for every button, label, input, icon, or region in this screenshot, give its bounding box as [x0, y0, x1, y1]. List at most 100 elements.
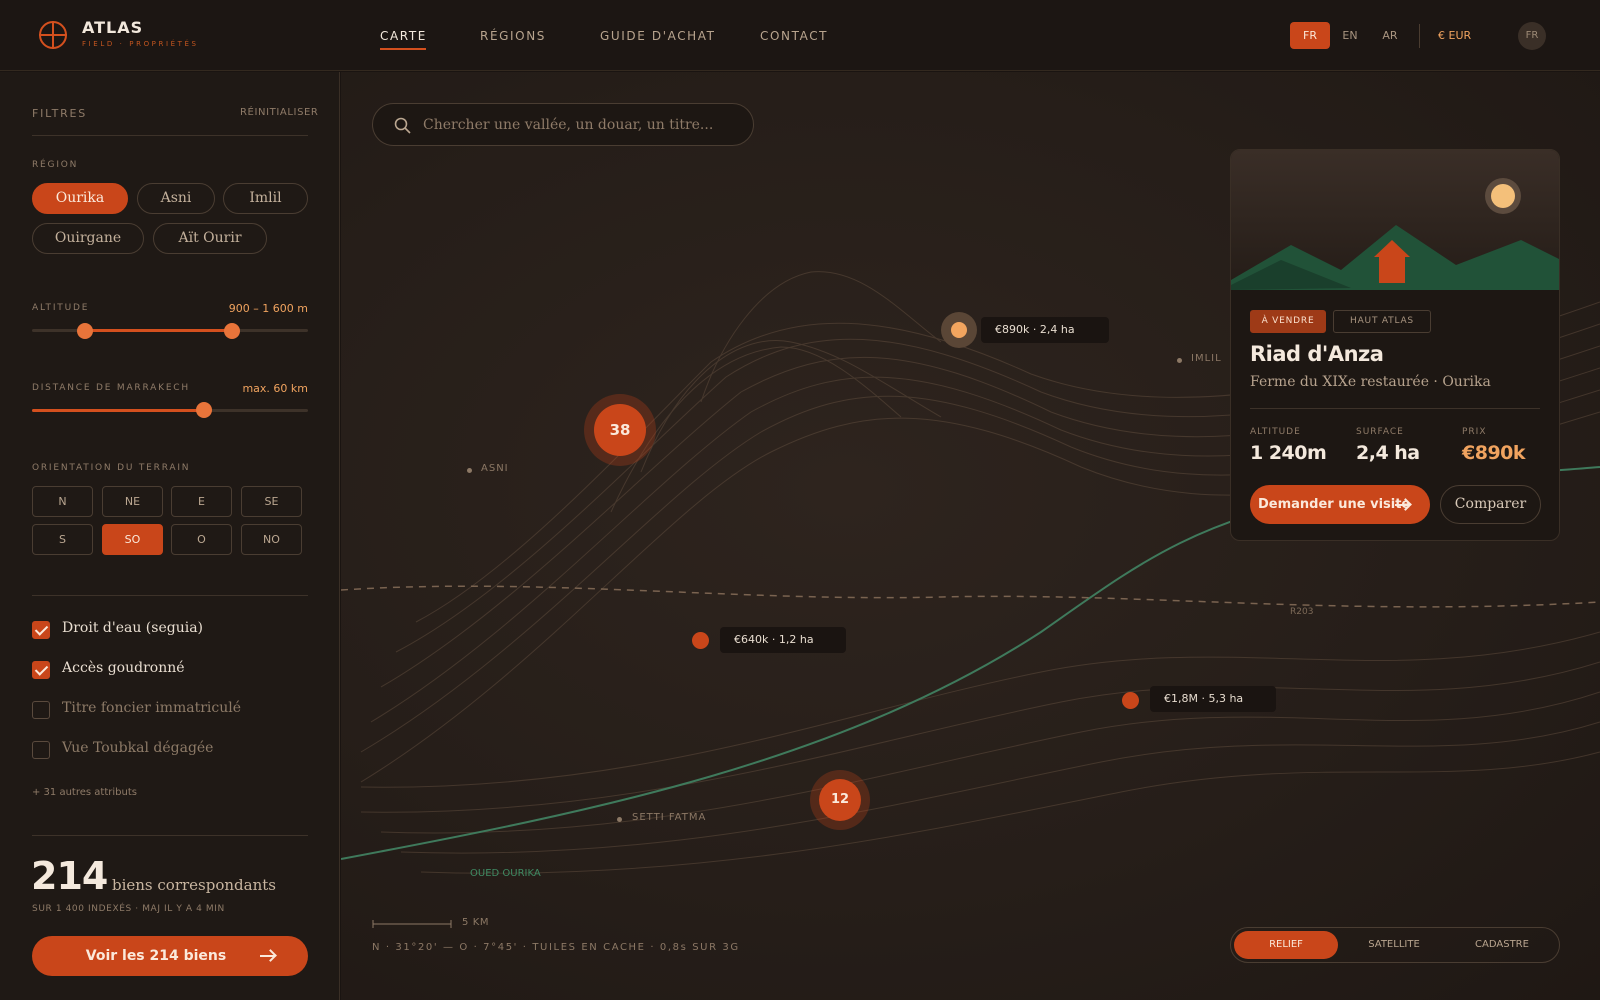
- nav-guide-achat[interactable]: GUIDE D'ACHAT: [600, 29, 716, 43]
- layer-relief-button[interactable]: RELIEF: [1234, 931, 1338, 959]
- checkbox-checked[interactable]: [32, 621, 50, 639]
- listing-price-tag-riad-anza[interactable]: €890k · 2,4 ha: [981, 317, 1109, 343]
- map-layer-switcher: RELIEF SATELLITE CADASTRE: [1230, 927, 1560, 963]
- region-chip-ouirgane[interactable]: Ouirgane: [32, 223, 144, 254]
- compare-button[interactable]: Comparer: [1440, 485, 1541, 524]
- request-visit-button[interactable]: Demander une visite: [1250, 485, 1430, 524]
- orientation-so[interactable]: SO: [102, 524, 163, 555]
- region-chip-asni[interactable]: Asni: [137, 183, 215, 214]
- nav-active-indicator: [380, 48, 426, 50]
- place-marker-dot: [467, 468, 472, 473]
- map-canvas[interactable]: ASNI IMLIL SETTI FATMA OUED OURIKA R203 …: [341, 72, 1600, 1000]
- orientation-s[interactable]: S: [32, 524, 93, 555]
- stat-altitude-label: ALTITUDE: [1250, 427, 1301, 437]
- divider: [32, 135, 308, 136]
- brand-tagline: FIELD · PROPRIÉTÉS: [82, 40, 199, 48]
- region-chip-ait-ourir[interactable]: Aït Ourir: [153, 223, 267, 254]
- user-avatar[interactable]: FR: [1518, 22, 1546, 50]
- view-results-label: Voir les 214 biens: [85, 948, 227, 964]
- property-card: À VENDRE HAUT ATLAS Riad d'Anza Ferme du…: [1230, 149, 1560, 541]
- layer-cadastre-button[interactable]: CADASTRE: [1450, 931, 1554, 959]
- distance-handle[interactable]: [196, 402, 212, 418]
- place-marker-dot: [1177, 358, 1182, 363]
- place-label-setti-fatma: SETTI FATMA: [632, 812, 707, 823]
- listing-pin[interactable]: [692, 632, 709, 649]
- stat-surface-label: SURFACE: [1356, 427, 1404, 437]
- orientation-label: ORIENTATION DU TERRAIN: [32, 463, 191, 473]
- altitude-min-handle[interactable]: [77, 323, 93, 339]
- checkbox-checked[interactable]: [32, 661, 50, 679]
- altitude-value: 900 – 1 600 m: [228, 302, 308, 315]
- layer-satellite-button[interactable]: SATELLITE: [1342, 931, 1446, 959]
- altitude-max-handle[interactable]: [224, 323, 240, 339]
- orientation-no[interactable]: NO: [241, 524, 302, 555]
- request-visit-label: Demander une visite: [1258, 497, 1411, 512]
- scale-bar: [372, 920, 452, 928]
- scale-label: 5 KM: [462, 917, 490, 928]
- nav-regions[interactable]: RÉGIONS: [480, 29, 546, 43]
- divider: [32, 595, 308, 596]
- lang-en-button[interactable]: EN: [1330, 22, 1370, 49]
- results-meta: SUR 1 400 INDEXÉS · MAJ IL Y A 4 MIN: [32, 904, 225, 914]
- place-marker-dot: [617, 817, 622, 822]
- currency-selector[interactable]: € EUR: [1438, 29, 1471, 42]
- place-label-asni: ASNI: [481, 463, 509, 474]
- arrow-right-icon: [260, 949, 277, 963]
- attribute-label: Accès goudronné: [62, 660, 185, 676]
- header-divider: [1419, 24, 1420, 48]
- map-search-input[interactable]: [423, 112, 743, 138]
- logo-crosshair-icon: [39, 21, 67, 49]
- region-chip-imlil[interactable]: Imlil: [223, 183, 308, 214]
- river-label: OUED OURIKA: [470, 868, 541, 879]
- nav-contact[interactable]: CONTACT: [760, 29, 828, 43]
- listing-price-tag[interactable]: €1,8M · 5,3 ha: [1150, 686, 1276, 712]
- distance-value: max. 60 km: [242, 382, 308, 395]
- nav-carte[interactable]: CARTE: [380, 29, 427, 43]
- stat-price-label: PRIX: [1462, 427, 1487, 437]
- view-results-button[interactable]: Voir les 214 biens: [32, 936, 308, 976]
- altitude-slider-fill: [85, 329, 233, 332]
- brand-name: ATLAS: [82, 18, 144, 37]
- top-header: ATLAS FIELD · PROPRIÉTÉS CARTE RÉGIONS G…: [0, 0, 1600, 71]
- road-label: R203: [1290, 607, 1314, 617]
- results-count: 214: [31, 854, 108, 898]
- stat-altitude-value: 1 240m: [1250, 442, 1327, 464]
- cluster-marker-38[interactable]: 38: [594, 404, 646, 456]
- checkbox-unchecked[interactable]: [32, 701, 50, 719]
- listing-price-tag[interactable]: €640k · 1,2 ha: [720, 627, 846, 653]
- orientation-o[interactable]: O: [171, 524, 232, 555]
- property-title: Riad d'Anza: [1250, 342, 1384, 366]
- cluster-marker-12[interactable]: 12: [819, 779, 861, 821]
- map-status-readout: N · 31°20' — O · 7°45' · TUILES EN CACHE…: [372, 942, 740, 953]
- region-badge: HAUT ATLAS: [1333, 310, 1431, 333]
- map-search-bar[interactable]: [372, 103, 754, 146]
- region-label: RÉGION: [32, 160, 79, 170]
- divider: [1250, 408, 1540, 409]
- results-count-label: biens correspondants: [112, 876, 276, 894]
- arrow-right-icon: [1395, 498, 1412, 512]
- region-chip-ourika[interactable]: Ourika: [32, 183, 128, 214]
- attribute-label: Titre foncier immatriculé: [62, 700, 242, 716]
- distance-slider-fill: [32, 409, 204, 412]
- attribute-label: Droit d'eau (seguia): [62, 620, 204, 636]
- listing-pin[interactable]: [1122, 692, 1139, 709]
- distance-label: DISTANCE DE MARRAKECH: [32, 383, 190, 393]
- divider: [32, 835, 308, 836]
- place-label-imlil: IMLIL: [1191, 353, 1222, 364]
- orientation-e[interactable]: E: [171, 486, 232, 517]
- property-illustration: [1231, 150, 1559, 290]
- checkbox-unchecked[interactable]: [32, 741, 50, 759]
- orientation-se[interactable]: SE: [241, 486, 302, 517]
- filters-sidebar: FILTRES RÉINITIALISER RÉGION Ourika Asni…: [0, 72, 340, 1000]
- stat-price-value: €890k: [1462, 442, 1526, 464]
- property-subtitle: Ferme du XIXe restaurée · Ourika: [1250, 374, 1491, 390]
- selected-listing-pin[interactable]: [951, 322, 967, 338]
- orientation-n[interactable]: N: [32, 486, 93, 517]
- lang-ar-button[interactable]: AR: [1370, 22, 1410, 49]
- orientation-ne[interactable]: NE: [102, 486, 163, 517]
- more-attributes-link[interactable]: + 31 autres attributs: [32, 787, 137, 798]
- reset-filters-button[interactable]: RÉINITIALISER: [240, 107, 318, 118]
- altitude-label: ALTITUDE: [32, 303, 90, 313]
- lang-fr-button[interactable]: FR: [1290, 22, 1330, 49]
- search-icon: [394, 117, 411, 134]
